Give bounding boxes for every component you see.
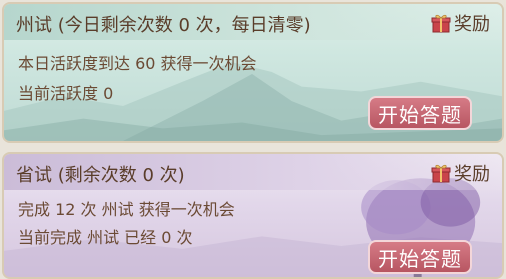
- current-activity-text: 当前活跃度 0: [18, 84, 114, 103]
- prefectural-exam-title: 州试 (今日剩余次数 0 次，每日清零): [16, 15, 311, 36]
- gift-icon: [431, 14, 451, 33]
- activity-requirement-text: 本日活跃度到达 60 获得一次机会: [18, 54, 257, 73]
- provincial-exam-card: 省试 (剩余次数 0 次) 奖励 完成 12 次 州试 获得一次机会 当前完成 …: [2, 152, 504, 279]
- completion-requirement-text: 完成 12 次 州试 获得一次机会: [18, 200, 235, 219]
- gift-icon: [431, 164, 451, 183]
- current-completion-text: 当前完成 州试 已经 0 次: [18, 228, 193, 247]
- reward-label: 奖励: [454, 14, 490, 35]
- reward-label: 奖励: [454, 164, 490, 185]
- reward-button[interactable]: 奖励: [431, 160, 490, 186]
- start-answering-button[interactable]: 开始答题: [368, 96, 472, 130]
- prefectural-exam-card: 州试 (今日剩余次数 0 次，每日清零) 奖励 本日活跃度到达 60 获得一次机…: [2, 2, 504, 143]
- reward-button[interactable]: 奖励: [431, 10, 490, 36]
- start-answering-button[interactable]: 开始答题: [368, 240, 472, 274]
- provincial-exam-title: 省试 (剩余次数 0 次): [16, 165, 185, 186]
